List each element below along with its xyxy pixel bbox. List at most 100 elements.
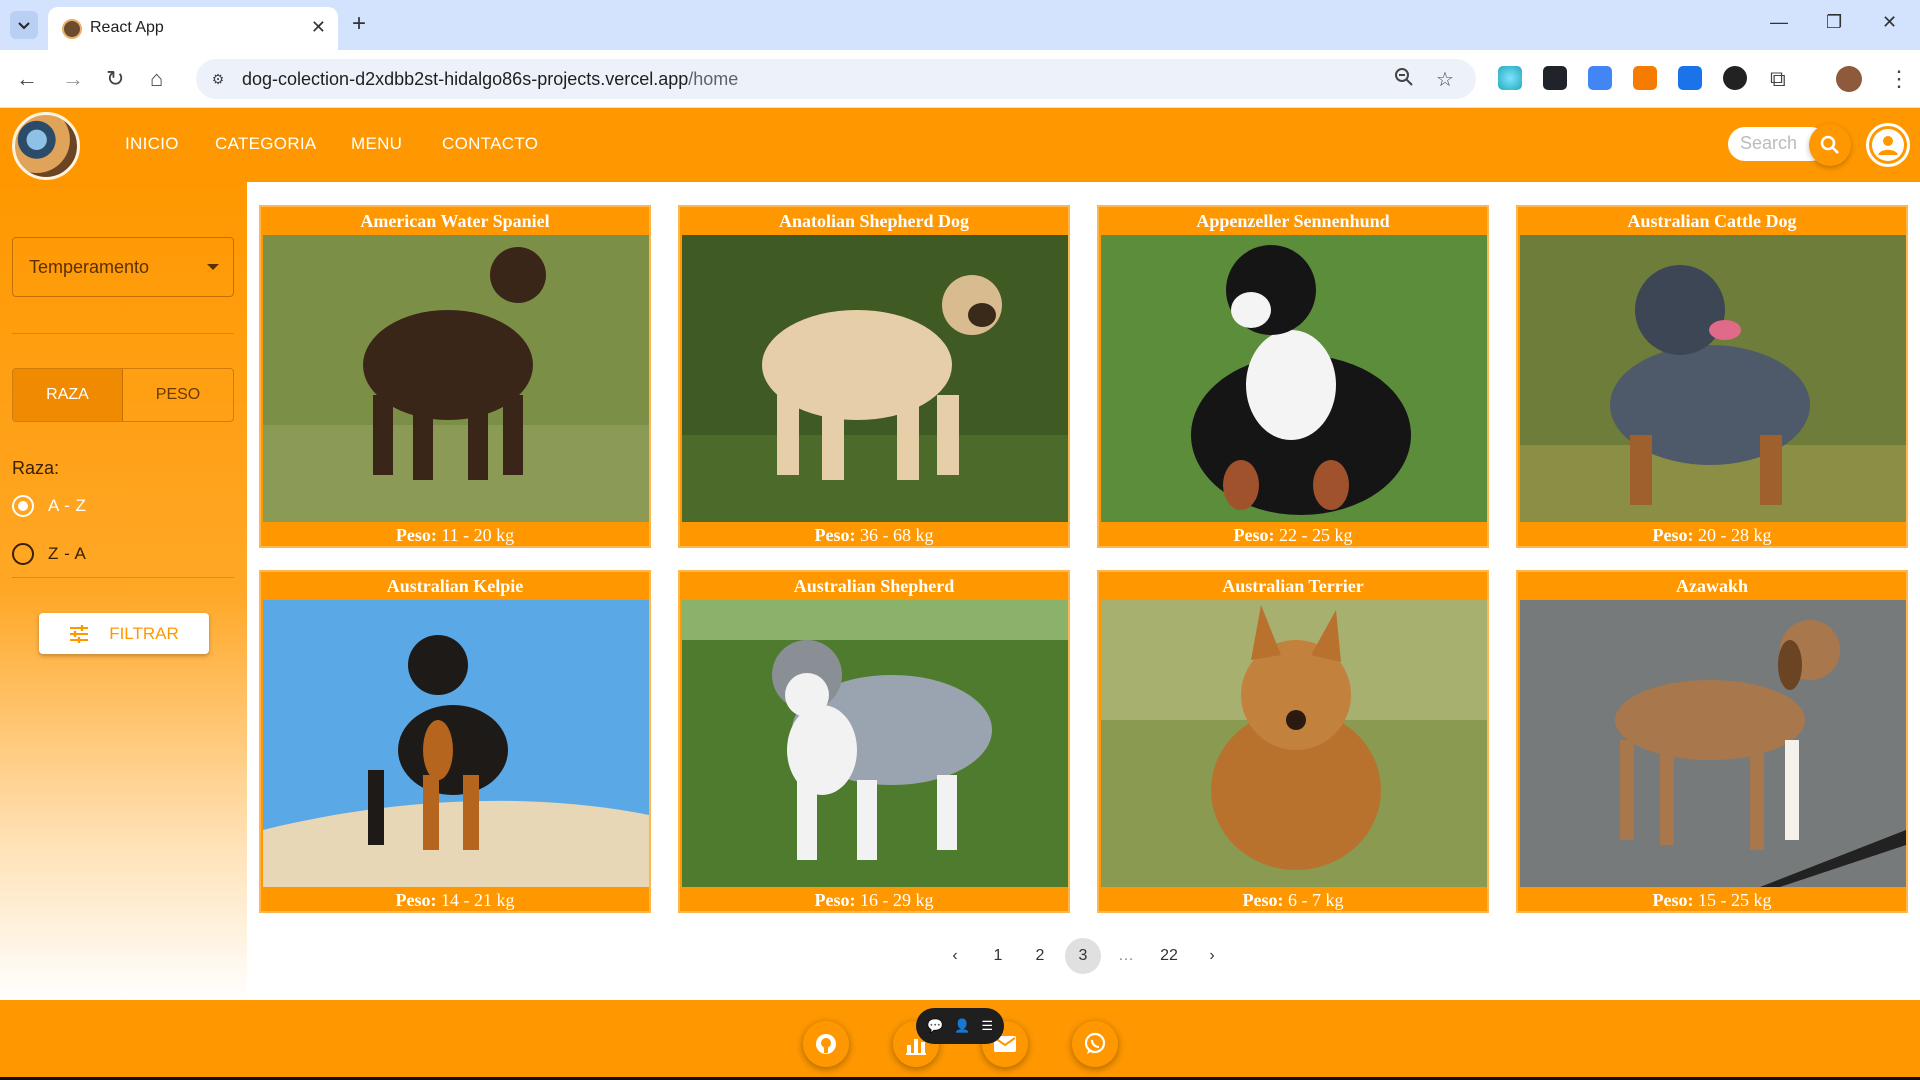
dog-card[interactable]: Anatolian Shepherd Dog Peso: 36 - 68 kg (678, 205, 1070, 548)
radio-a-z-control[interactable] (12, 495, 34, 517)
weight-label: Peso: (1652, 525, 1694, 545)
translate-extension-icon[interactable] (1588, 66, 1612, 90)
dog-photo (682, 235, 1068, 522)
extension-6-icon[interactable] (1723, 66, 1747, 90)
dog-card-title: Australian Shepherd (793, 576, 955, 596)
browser-tab[interactable]: React App ✕ (48, 7, 338, 50)
weight-value: 16 - 29 kg (859, 890, 934, 910)
weight-value: 11 - 20 kg (441, 525, 515, 545)
page-2[interactable]: 2 (1022, 938, 1058, 974)
url-text[interactable]: dog-colection-d2xdbb2st-hidalgo86s-proje… (242, 69, 738, 90)
whatsapp-button[interactable] (1072, 1021, 1118, 1067)
forward-icon[interactable]: → (62, 66, 84, 92)
nav-menu[interactable]: MENU (351, 134, 402, 154)
tab-favicon (62, 19, 82, 39)
bookmark-star-icon[interactable]: ☆ (1436, 67, 1454, 92)
weight-label: Peso: (814, 890, 856, 910)
weight-value: 22 - 25 kg (1278, 525, 1353, 545)
reload-icon[interactable]: ↻ (106, 66, 124, 92)
raza-label: Raza: (12, 458, 60, 478)
radio-z-a[interactable]: Z - A (12, 543, 86, 565)
dog-photo (1101, 600, 1487, 887)
weight-label: Peso: (395, 525, 437, 545)
tab-search-button[interactable] (10, 11, 38, 39)
dropdown-arrow-icon (207, 264, 219, 270)
search-input[interactable] (1740, 133, 1820, 154)
temperament-select[interactable]: Temperamento (12, 237, 234, 297)
toggle-peso[interactable]: PESO (123, 369, 233, 421)
github-icon (816, 1034, 836, 1054)
pagination-ellipsis: … (1118, 947, 1134, 964)
dog-card[interactable]: Australian Cattle Dog Peso: 20 - 28 kg (1516, 205, 1908, 548)
page-3-current[interactable]: 3 (1065, 938, 1101, 974)
pagination-next[interactable]: › (1194, 938, 1230, 974)
weight-value: 14 - 21 kg (440, 890, 515, 910)
back-icon[interactable]: ← (16, 66, 38, 92)
user-icon[interactable]: 👤 (954, 1018, 970, 1034)
minimize-icon[interactable]: — (1770, 12, 1788, 33)
search-button[interactable] (1809, 124, 1851, 166)
divider (12, 577, 234, 578)
nav-categoria[interactable]: CATEGORIA (215, 134, 317, 154)
weight-label: Peso: (1242, 890, 1284, 910)
dog-photo (263, 600, 649, 887)
filter-button[interactable]: FILTRAR (39, 613, 209, 654)
zoom-icon[interactable] (1394, 67, 1414, 93)
list-icon[interactable]: ☰ (981, 1018, 993, 1034)
tab-close-icon[interactable]: ✕ (311, 17, 326, 38)
nav-inicio[interactable]: INICIO (125, 134, 179, 154)
site-info-icon[interactable]: ⚙ (206, 67, 230, 91)
close-window-icon[interactable]: ✕ (1882, 12, 1897, 33)
pagination-prev[interactable]: ‹ (937, 938, 973, 974)
dog-card[interactable]: American Water Spaniel Peso: 11 - 20 kg (259, 205, 651, 548)
dog-card-title: Australian Cattle Dog (1627, 211, 1797, 231)
browser-toolbar: ← → ↻ ⌂ ⚙ dog-colection-d2xdbb2st-hidalg… (0, 50, 1920, 108)
account-button[interactable] (1866, 123, 1910, 167)
dog-card-weight: Peso: 22 - 25 kg (1099, 522, 1487, 546)
whatsapp-icon (1084, 1032, 1106, 1054)
app-logo[interactable] (12, 112, 80, 180)
dog-photo (1520, 235, 1906, 522)
page-22[interactable]: 22 (1151, 938, 1187, 974)
browser-menu-icon[interactable]: ⋮ (1888, 66, 1910, 92)
extensions-puzzle-icon[interactable]: ⧉ (1770, 66, 1786, 92)
dog-card-title: Azawakh (1675, 576, 1748, 596)
dog-card[interactable]: Australian Terrier Peso: 6 - 7 kg (1097, 570, 1489, 913)
dog-card-weight: Peso: 20 - 28 kg (1518, 522, 1906, 546)
weight-value: 15 - 25 kg (1697, 890, 1772, 910)
radio-z-a-label: Z - A (48, 544, 87, 563)
dog-card[interactable]: Appenzeller Sennenhund Peso: 22 - 25 kg (1097, 205, 1489, 548)
address-bar[interactable]: ⚙ dog-colection-d2xdbb2st-hidalgo86s-pro… (196, 59, 1476, 99)
dog-photo (1520, 600, 1906, 887)
nav-contacto[interactable]: CONTACTO (442, 134, 538, 154)
page-1[interactable]: 1 (980, 938, 1016, 974)
url-host: dog-colection-d2xdbb2st-hidalgo86s-proje… (242, 69, 689, 89)
extension-5-icon[interactable] (1678, 66, 1702, 90)
profile-avatar[interactable] (1836, 66, 1862, 92)
restore-icon[interactable]: ❐ (1826, 12, 1842, 33)
radio-a-z[interactable]: A - Z (12, 495, 86, 517)
weight-value: 6 - 7 kg (1287, 890, 1344, 910)
dog-card[interactable]: Australian Shepherd Peso: 16 - 29 kg (678, 570, 1070, 913)
extension-1-icon[interactable] (1498, 66, 1522, 90)
dog-photo (1101, 235, 1487, 522)
extension-4-icon[interactable] (1633, 66, 1657, 90)
dog-card-title: Australian Kelpie (386, 576, 524, 596)
new-tab-icon[interactable]: + (352, 10, 366, 38)
dog-card[interactable]: Australian Kelpie Peso: 14 - 21 kg (259, 570, 651, 913)
react-devtools-icon[interactable] (1543, 66, 1567, 90)
weight-label: Peso: (1652, 890, 1694, 910)
radio-a-z-label: A - Z (48, 496, 87, 515)
floating-toolbar: 💬 👤 ☰ (916, 1008, 1004, 1044)
home-icon[interactable]: ⌂ (150, 66, 163, 92)
url-path: /home (688, 69, 739, 89)
radio-z-a-control[interactable] (12, 543, 34, 565)
weight-label: Peso: (1233, 525, 1275, 545)
divider (12, 333, 234, 334)
dog-card[interactable]: Azawakh Peso: 15 - 25 kg (1516, 570, 1908, 913)
weight-label: Peso: (395, 890, 437, 910)
search-icon (1820, 135, 1839, 154)
toggle-raza[interactable]: RAZA (13, 369, 123, 421)
comment-icon[interactable]: 💬 (927, 1018, 943, 1034)
github-button[interactable] (803, 1021, 849, 1067)
